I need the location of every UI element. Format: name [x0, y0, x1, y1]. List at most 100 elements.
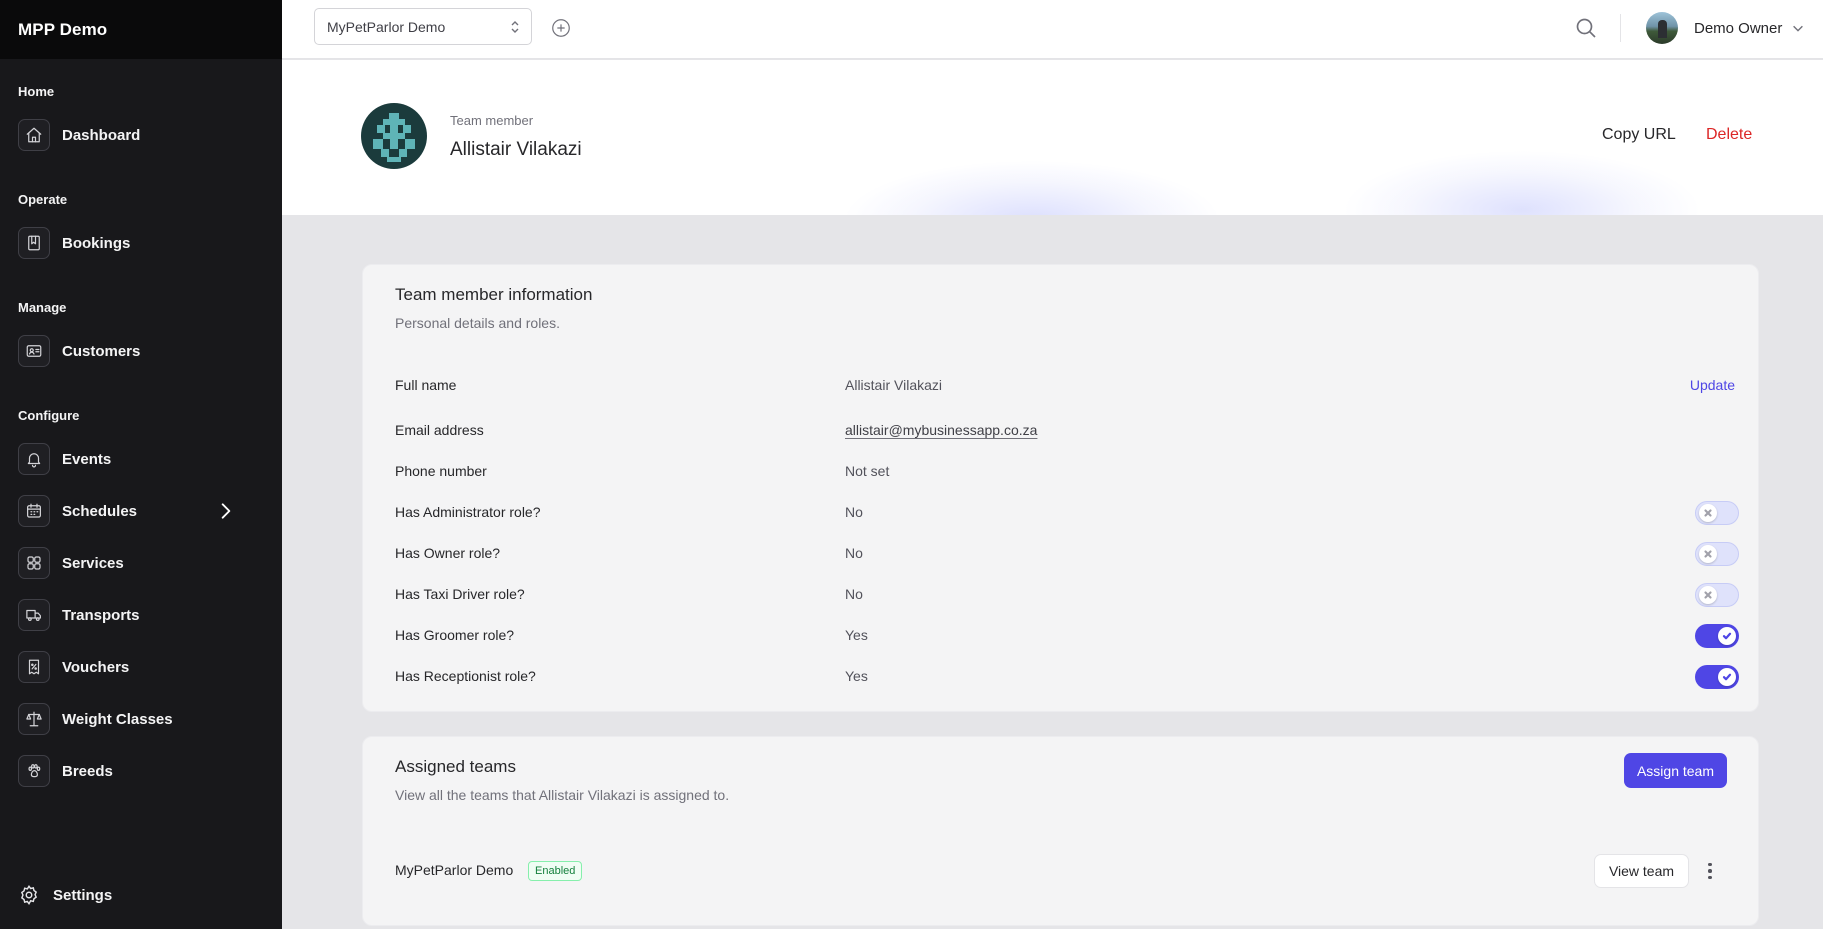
info-row-administrator-role: Has Administrator role? No — [395, 501, 1739, 525]
sidebar-item-label: Bookings — [62, 234, 131, 252]
divider — [1620, 14, 1621, 42]
copy-url-button[interactable]: Copy URL — [1602, 126, 1676, 144]
x-icon — [1699, 504, 1717, 522]
view-team-button[interactable]: View team — [1594, 854, 1689, 888]
page-title: Allistair Vilakazi — [450, 139, 582, 160]
calendar-icon — [18, 495, 50, 527]
book-icon — [18, 227, 50, 259]
user-name: Demo Owner — [1694, 19, 1783, 37]
sidebar-item-weight-classes[interactable]: Weight Classes — [18, 702, 266, 736]
groomer-role-toggle[interactable] — [1695, 624, 1739, 648]
sidebar-item-label: Customers — [62, 342, 141, 360]
member-avatar — [361, 103, 427, 169]
sidebar-item-dashboard[interactable]: Dashboard — [18, 118, 266, 152]
row-label: Has Administrator role? — [395, 504, 541, 520]
sidebar-item-events[interactable]: Events — [18, 442, 266, 476]
sidebar-item-transports[interactable]: Transports — [18, 598, 266, 632]
add-circle-icon[interactable] — [550, 17, 572, 39]
section-label-manage: Manage — [18, 300, 67, 315]
more-options-icon[interactable] — [1700, 861, 1720, 881]
info-row-phone: Phone number Not set — [395, 460, 1735, 484]
delete-button[interactable]: Delete — [1706, 126, 1752, 144]
section-label-home: Home — [18, 84, 55, 99]
row-label: Has Owner role? — [395, 545, 501, 561]
sidebar: MPP Demo Home Dashboard Operate Bookings… — [0, 0, 282, 929]
id-card-icon — [18, 335, 50, 367]
background-glow — [1342, 150, 1702, 215]
team-name: MyPetParlor Demo — [395, 862, 514, 878]
row-value: No — [845, 586, 863, 602]
chevron-down-icon — [1791, 21, 1805, 35]
user-menu[interactable]: Demo Owner — [1646, 12, 1805, 44]
sidebar-item-label: Dashboard — [62, 126, 141, 144]
member-header: Team member Allistair Vilakazi Copy URL … — [282, 60, 1823, 215]
row-value: Yes — [845, 627, 868, 643]
chevron-right-icon[interactable] — [216, 501, 236, 521]
sidebar-item-schedules[interactable]: Schedules — [18, 494, 266, 528]
organization-select-value: MyPetParlor Demo — [327, 18, 446, 35]
grid-icon — [18, 547, 50, 579]
row-value: Yes — [845, 668, 868, 684]
sidebar-item-label: Weight Classes — [62, 710, 173, 728]
organization-select[interactable]: MyPetParlor Demo — [314, 8, 532, 45]
assigned-teams-card: Assigned teams View all the teams that A… — [362, 736, 1759, 926]
card-subtitle: View all the teams that Allistair Vilaka… — [395, 787, 730, 803]
row-value: Allistair Vilakazi — [845, 377, 942, 393]
email-link[interactable]: allistair@mybusinessapp.co.za — [845, 422, 1037, 438]
scale-icon — [18, 703, 50, 735]
bell-icon — [18, 443, 50, 475]
card-title: Team member information — [395, 285, 593, 304]
home-icon — [18, 119, 50, 151]
x-icon — [1699, 545, 1717, 563]
truck-icon — [18, 599, 50, 631]
info-row-receptionist-role: Has Receptionist role? Yes — [395, 665, 1739, 689]
row-label: Has Groomer role? — [395, 627, 515, 643]
administrator-role-toggle[interactable] — [1695, 501, 1739, 525]
sidebar-item-label: Schedules — [62, 502, 138, 520]
sidebar-item-bookings[interactable]: Bookings — [18, 226, 266, 260]
receptionist-role-toggle[interactable] — [1695, 665, 1739, 689]
sidebar-item-customers[interactable]: Customers — [18, 334, 266, 368]
check-icon — [1718, 627, 1736, 645]
sidebar-item-breeds[interactable]: Breeds — [18, 754, 266, 788]
info-row-groomer-role: Has Groomer role? Yes — [395, 624, 1739, 648]
sidebar-item-label: Vouchers — [62, 658, 130, 676]
sidebar-item-label: Services — [62, 554, 124, 572]
card-subtitle: Personal details and roles. — [395, 315, 560, 331]
assign-team-button[interactable]: Assign team — [1624, 753, 1727, 788]
app-brand: MPP Demo — [0, 0, 282, 59]
owner-role-toggle[interactable] — [1695, 542, 1739, 566]
x-icon — [1699, 586, 1717, 604]
sidebar-item-services[interactable]: Services — [18, 546, 266, 580]
member-eyebrow: Team member — [450, 113, 534, 128]
avatar — [1646, 12, 1678, 44]
info-row-taxi-driver-role: Has Taxi Driver role? No — [395, 583, 1739, 607]
info-row-email: Email address allistair@mybusinessapp.co… — [395, 419, 1735, 443]
paw-icon — [18, 755, 50, 787]
top-bar: MyPetParlor Demo Demo Owner — [282, 0, 1823, 59]
chevron-up-down-icon — [509, 19, 521, 35]
sidebar-item-label: Breeds — [62, 762, 113, 780]
team-member-info-card: Team member information Personal details… — [362, 264, 1759, 712]
info-row-owner-role: Has Owner role? No — [395, 542, 1739, 566]
row-label: Has Taxi Driver role? — [395, 586, 525, 602]
gear-icon — [20, 885, 38, 906]
row-value: Not set — [845, 463, 890, 479]
update-button[interactable]: Update — [1690, 377, 1735, 393]
sidebar-item-label: Transports — [62, 606, 140, 624]
row-value: No — [845, 504, 863, 520]
info-row-full-name: Full name Allistair Vilakazi Update — [395, 374, 1735, 398]
card-title: Assigned teams — [395, 757, 516, 776]
search-icon[interactable] — [1574, 16, 1598, 40]
row-label: Full name — [395, 377, 457, 393]
taxi-driver-role-toggle[interactable] — [1695, 583, 1739, 607]
background-glow — [842, 160, 1222, 215]
section-label-operate: Operate — [18, 192, 68, 207]
sidebar-item-vouchers[interactable]: Vouchers — [18, 650, 266, 684]
section-label-configure: Configure — [18, 408, 80, 423]
sidebar-item-settings[interactable]: Settings — [18, 884, 112, 906]
sidebar-item-label: Settings — [53, 886, 113, 904]
sidebar-item-label: Events — [62, 450, 112, 468]
check-icon — [1718, 668, 1736, 686]
row-label: Has Receptionist role? — [395, 668, 536, 684]
